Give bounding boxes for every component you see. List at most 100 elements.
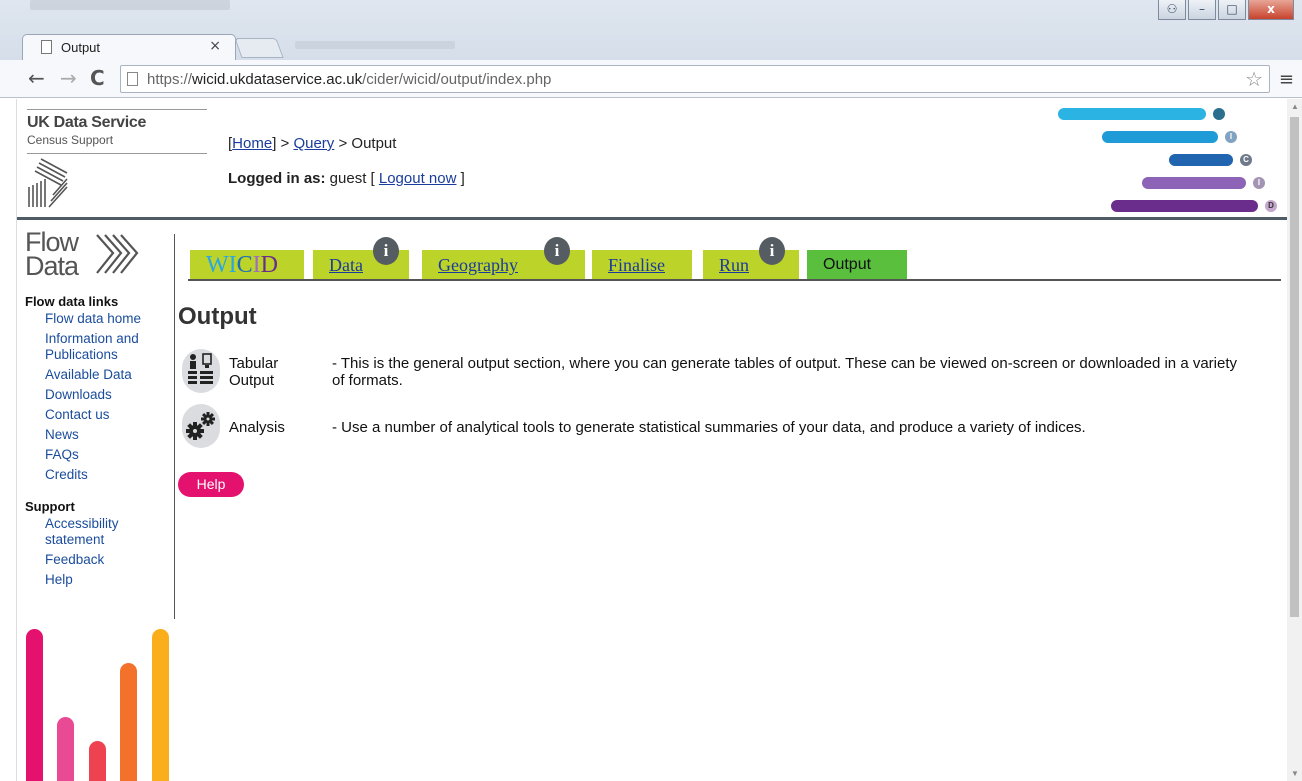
flow-arrows-icon (96, 234, 139, 274)
sidebar-link[interactable]: Information and Publications (45, 331, 175, 363)
sidebar-heading-flow: Flow data links (25, 294, 119, 309)
sidebar-divider (174, 234, 175, 619)
tab-geography-link[interactable]: Geography (438, 255, 518, 275)
reload-icon[interactable]: C (90, 67, 105, 89)
decorative-color-bars (23, 629, 173, 781)
color-bar (57, 717, 74, 781)
sidebar-link[interactable]: Help (45, 572, 175, 588)
option-name[interactable]: Analysis (229, 419, 319, 436)
browser-tab[interactable]: Output × (22, 34, 236, 60)
user-icon[interactable]: ⚇ (1158, 0, 1186, 20)
sidebar: Flow data links Flow data home Informati… (25, 294, 175, 592)
sidebar-link[interactable]: Downloads (45, 387, 175, 403)
census-dot: I (1253, 177, 1265, 189)
color-bar (26, 629, 43, 781)
breadcrumb: [Home] > Query > Output (228, 135, 397, 152)
sidebar-link[interactable]: Feedback (45, 552, 175, 568)
flow-data-logo[interactable]: Flow Data (25, 227, 155, 283)
window-titlebar: ⚇ – □ x (0, 0, 1302, 34)
option-name[interactable]: Tabular Output (229, 355, 299, 389)
option-description: - This is the general output section, wh… (332, 355, 1238, 389)
color-bar (120, 663, 137, 781)
sidebar-link[interactable]: Credits (45, 467, 175, 483)
back-arrow-icon[interactable]: ← (28, 67, 45, 89)
tab-finalise[interactable]: Finalise (592, 250, 692, 280)
bookmark-star-icon[interactable]: ☆ (1245, 67, 1263, 91)
header-divider (17, 217, 1287, 220)
tabular-output-icon[interactable] (182, 349, 220, 393)
forward-arrow-icon[interactable]: → (60, 67, 77, 89)
breadcrumb-query-link[interactable]: Query (293, 135, 334, 152)
maximize-button[interactable]: □ (1218, 0, 1246, 20)
ukds-brand[interactable]: UK Data Service Census Support (27, 109, 207, 154)
census-bar (1169, 154, 1233, 166)
census-bar (1058, 108, 1206, 120)
page-icon (127, 72, 138, 86)
run-info-icon[interactable]: i (759, 237, 785, 265)
tabs-baseline (188, 279, 1281, 281)
page-icon (41, 40, 52, 54)
brand-rule (27, 109, 207, 110)
sidebar-link[interactable]: News (45, 427, 175, 443)
wicid-letter: I (252, 252, 261, 278)
wicid-letter: D (260, 252, 279, 278)
census-dot: D (1265, 200, 1277, 212)
census-bar (1102, 131, 1218, 143)
blurred-title-area (30, 0, 230, 10)
census-dot: C (1240, 154, 1252, 166)
census-bar (1111, 200, 1258, 212)
tab-output[interactable]: Output (807, 250, 907, 280)
login-label: Logged in as: (228, 170, 326, 187)
sidebar-link[interactable]: Flow data home (45, 311, 175, 327)
color-bar (152, 629, 169, 781)
window-controls: ⚇ – □ x (1158, 0, 1294, 20)
close-window-button[interactable]: x (1248, 0, 1294, 20)
tab-run-link[interactable]: Run (719, 255, 749, 275)
brand-rule (27, 153, 207, 154)
analysis-gears-icon[interactable] (182, 404, 220, 448)
tab-close-icon[interactable]: × (209, 38, 221, 54)
wicid-letter: C (236, 252, 253, 278)
browser-toolbar: ← → C https://wicid.ukdataservice.ac.uk/… (0, 60, 1302, 98)
sidebar-link[interactable]: Contact us (45, 407, 175, 423)
tab-data-link[interactable]: Data (329, 255, 363, 275)
browser-chrome: ⚇ – □ x Output × ← → C https://wicid.ukd… (0, 0, 1302, 98)
census-dot: I (1225, 131, 1237, 143)
scroll-up-arrow-icon[interactable]: ▲ (1291, 102, 1299, 111)
sidebar-link[interactable]: FAQs (45, 447, 175, 463)
sidebar-link[interactable]: Available Data (45, 367, 175, 383)
window-left-edge (0, 99, 17, 781)
scrollbar-thumb[interactable] (1290, 117, 1299, 617)
tab-wicid[interactable]: WICID (190, 250, 304, 280)
tab-output-label: Output (823, 256, 872, 273)
breadcrumb-home-link[interactable]: Home (232, 135, 272, 152)
page-viewport: UK Data Service Census Support [Home] > … (17, 99, 1287, 781)
minimize-button[interactable]: – (1188, 0, 1216, 20)
url-text: https://wicid.ukdataservice.ac.uk/cider/… (147, 71, 552, 88)
address-bar[interactable]: https://wicid.ukdataservice.ac.uk/cider/… (120, 65, 1270, 93)
logout-link[interactable]: Logout now (379, 170, 457, 187)
blurred-menu-area (295, 41, 455, 49)
tab-finalise-link[interactable]: Finalise (608, 255, 665, 275)
data-info-icon[interactable]: i (373, 237, 399, 265)
vertical-scrollbar[interactable]: ▲ ▼ (1287, 99, 1302, 781)
new-tab-button[interactable] (234, 38, 284, 58)
ukds-logo-icon (28, 158, 68, 208)
geography-info-icon[interactable]: i (544, 237, 570, 265)
wicid-letter: I (228, 252, 237, 278)
tab-run[interactable]: Run (703, 250, 799, 280)
tab-title: Output (61, 40, 101, 55)
color-bar (89, 741, 106, 781)
brand-subtitle: Census Support (27, 133, 114, 147)
help-button[interactable]: Help (178, 472, 244, 497)
wicid-letter: W (206, 252, 229, 278)
brand-name: UK Data Service (27, 114, 147, 131)
page-title: Output (178, 303, 257, 330)
sidebar-link[interactable]: Accessibility statement (45, 516, 175, 548)
login-status: Logged in as: guest [ Logout now ] (228, 170, 465, 187)
flow-logo-word: Data (25, 251, 79, 281)
census-bar (1142, 177, 1246, 189)
menu-icon[interactable]: ≡ (1279, 69, 1294, 90)
scroll-down-arrow-icon[interactable]: ▼ (1291, 769, 1299, 778)
